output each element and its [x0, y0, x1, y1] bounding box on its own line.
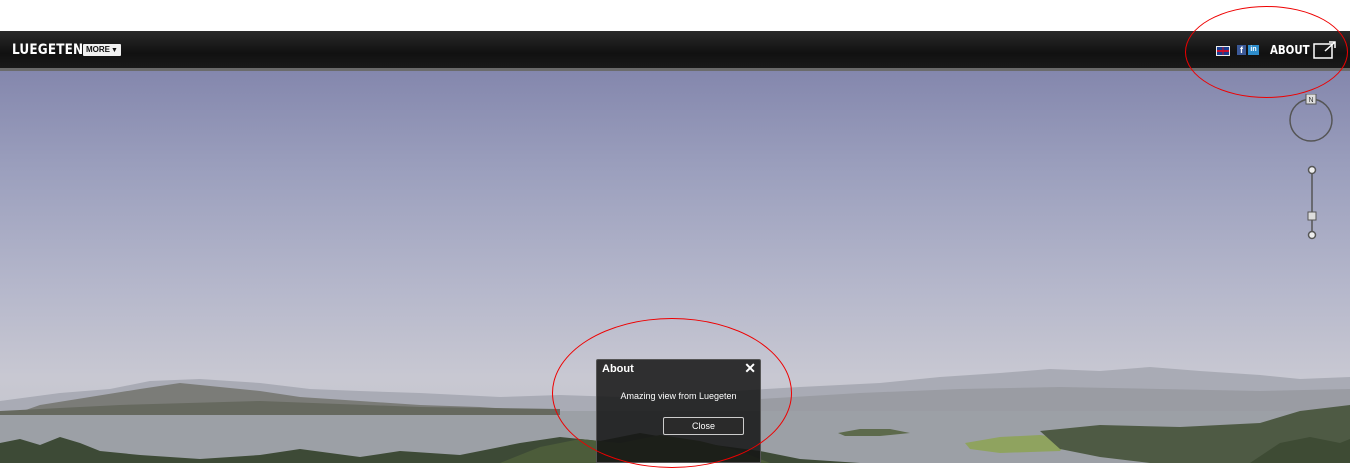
- more-dropdown-button[interactable]: MORE▼: [83, 44, 121, 56]
- svg-text:N: N: [1308, 97, 1313, 104]
- annotation-circle-dialog: [552, 318, 792, 468]
- chevron-down-icon: ▼: [111, 47, 118, 54]
- compass-icon[interactable]: N: [1287, 94, 1335, 142]
- site-logo[interactable]: LUEGETEN: [12, 42, 83, 58]
- zoom-slider-icon[interactable]: [1303, 163, 1321, 243]
- top-navigation-bar: LUEGETEN MORE▼ f in ABOUT: [0, 31, 1350, 71]
- annotation-circle-topright: [1185, 6, 1348, 98]
- more-label: MORE: [86, 45, 110, 54]
